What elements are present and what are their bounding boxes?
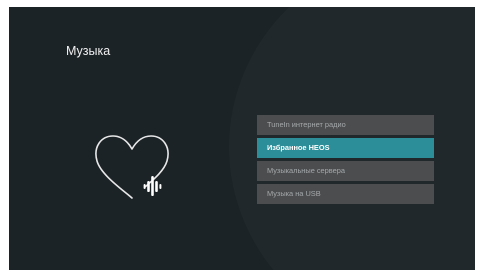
heart-with-heos-logo-icon xyxy=(87,125,177,209)
menu-item-music-servers[interactable]: Музыкальные сервера xyxy=(257,161,434,181)
tv-screen: Музыка TuneIn интернет радио Избранное H… xyxy=(9,7,475,270)
menu-item-usb-music[interactable]: Музыка на USB xyxy=(257,184,434,204)
music-source-menu: TuneIn интернет радио Избранное HEOS Муз… xyxy=(257,115,434,207)
menu-item-heos-favorites[interactable]: Избранное HEOS xyxy=(257,138,434,158)
page-title: Музыка xyxy=(66,44,111,58)
menu-item-tunein[interactable]: TuneIn интернет радио xyxy=(257,115,434,135)
